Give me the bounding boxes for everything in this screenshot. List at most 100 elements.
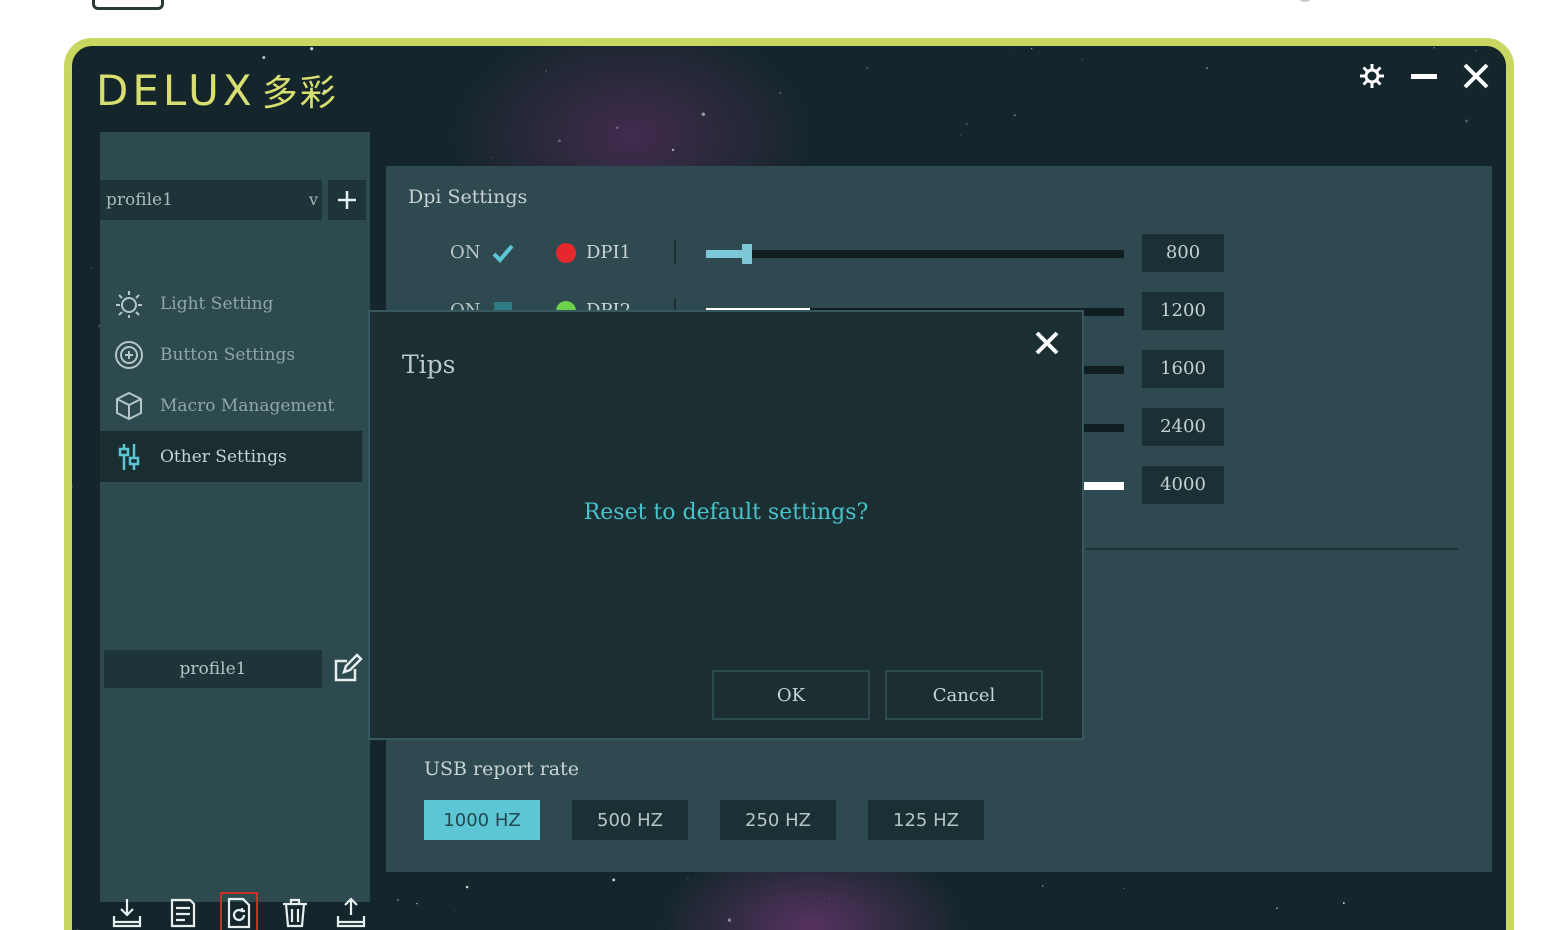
- star: [866, 66, 869, 69]
- dpi-color-dot[interactable]: [556, 243, 576, 263]
- minimize-icon[interactable]: [1408, 60, 1440, 92]
- dialog-message: Reset to default settings?: [583, 500, 869, 525]
- sidebar: profile1 v Light Setting Button Settings…: [100, 132, 370, 902]
- on-label: ON: [450, 242, 481, 263]
- star: [90, 267, 92, 269]
- close-icon: [1035, 331, 1059, 355]
- dpi-name: DPI1: [586, 242, 632, 263]
- star: [687, 877, 689, 879]
- star: [1013, 114, 1016, 117]
- export-icon: [336, 897, 365, 928]
- usb-rate-options: 1000 HZ 500 HZ 250 HZ 125 HZ: [424, 800, 984, 840]
- import-button[interactable]: [108, 892, 147, 930]
- star: [558, 139, 561, 143]
- usb-report-rate-title: USB report rate: [424, 758, 580, 780]
- star: [397, 899, 399, 902]
- import-icon: [113, 899, 142, 928]
- rate-500hz-button[interactable]: 500 HZ: [572, 800, 688, 840]
- menu-item-light-setting[interactable]: Light Setting: [100, 278, 362, 329]
- rate-125hz-button[interactable]: 125 HZ: [868, 800, 984, 840]
- delete-button[interactable]: [275, 892, 314, 930]
- settings-menu: Light Setting Button Settings Macro Mana…: [100, 278, 362, 482]
- sliders-icon: [112, 440, 146, 474]
- logo-text: DELUX: [96, 66, 256, 115]
- app-window: DELUX 多彩 profile1 v Light Setting Button…: [64, 38, 1514, 930]
- profile-name-field[interactable]: profile1: [104, 650, 322, 688]
- menu-item-label: Button Settings: [160, 344, 296, 365]
- rate-250hz-button[interactable]: 250 HZ: [720, 800, 836, 840]
- star: [1042, 885, 1044, 887]
- menu-item-button-settings[interactable]: Button Settings: [100, 329, 362, 380]
- dpi-value[interactable]: 1200: [1142, 292, 1224, 330]
- star: [1206, 67, 1209, 70]
- dpi-value[interactable]: 1600: [1142, 350, 1224, 388]
- app-logo: DELUX 多彩: [96, 64, 338, 116]
- star: [454, 910, 455, 912]
- menu-item-label: Light Setting: [160, 293, 274, 314]
- star: [779, 92, 782, 94]
- rate-1000hz-button[interactable]: 1000 HZ: [424, 800, 540, 840]
- dialog-title: Tips: [402, 350, 456, 379]
- star: [671, 148, 675, 152]
- check-icon: [492, 244, 514, 263]
- star: [612, 878, 616, 882]
- star: [828, 898, 830, 900]
- window-controls: [1356, 60, 1492, 92]
- star: [262, 56, 266, 59]
- page: DELUX 多彩 profile1 v Light Setting Button…: [0, 0, 1542, 930]
- profile-select[interactable]: profile1 v: [100, 180, 322, 220]
- chevron-down-icon: v: [308, 190, 318, 209]
- cube-icon: [112, 389, 146, 423]
- star: [1009, 52, 1011, 54]
- star: [965, 123, 968, 126]
- star: [1464, 119, 1469, 123]
- reset-button[interactable]: [219, 892, 259, 930]
- star: [959, 135, 962, 137]
- dpi-settings-title: Dpi Settings: [408, 186, 528, 208]
- star: [727, 918, 732, 922]
- reset-icon: [227, 897, 251, 929]
- dpi-value[interactable]: 2400: [1142, 408, 1224, 446]
- star: [1475, 50, 1477, 52]
- cancel-button[interactable]: Cancel: [885, 670, 1043, 720]
- trash-icon: [282, 898, 307, 928]
- menu-item-label: Macro Management: [160, 395, 335, 416]
- star: [1030, 47, 1033, 50]
- menu-item-other-settings[interactable]: Other Settings: [100, 431, 362, 482]
- separator: [674, 240, 676, 264]
- dpi-slider[interactable]: [706, 244, 1124, 264]
- ok-button[interactable]: OK: [712, 670, 870, 720]
- top-fragment-icon: [92, 0, 164, 10]
- dialog-close-button[interactable]: [1026, 322, 1068, 364]
- add-profile-button[interactable]: [328, 180, 366, 220]
- save-button[interactable]: [164, 892, 203, 930]
- star: [1433, 46, 1436, 49]
- profile-select-value: profile1: [106, 190, 173, 210]
- star: [545, 70, 547, 72]
- close-icon[interactable]: [1460, 60, 1492, 92]
- star: [416, 902, 418, 905]
- star: [1081, 58, 1083, 60]
- section-divider: [1086, 548, 1458, 550]
- dpi-slider-handle[interactable]: [742, 244, 752, 264]
- star: [310, 47, 314, 51]
- sun-icon: [112, 287, 146, 321]
- tips-dialog: Tips Reset to default settings? OK Cance…: [368, 310, 1084, 740]
- dpi-value[interactable]: 4000: [1142, 466, 1224, 504]
- star: [1123, 887, 1125, 889]
- export-button[interactable]: [331, 892, 370, 930]
- edit-profile-button[interactable]: [328, 650, 366, 688]
- button-icon: [112, 338, 146, 372]
- edit-icon: [334, 653, 363, 682]
- menu-item-macro-management[interactable]: Macro Management: [100, 380, 362, 431]
- star: [1342, 902, 1345, 904]
- gear-icon[interactable]: [1356, 60, 1388, 92]
- dpi-row-1: ON DPI1 800: [386, 234, 1492, 274]
- save-icon: [171, 898, 196, 928]
- star: [465, 885, 469, 889]
- dpi-enable-checkbox[interactable]: [490, 240, 516, 266]
- star: [1276, 907, 1278, 910]
- menu-item-label: Other Settings: [160, 446, 287, 467]
- logo-cn-text: 多彩: [261, 73, 338, 114]
- dpi-value[interactable]: 800: [1142, 234, 1224, 272]
